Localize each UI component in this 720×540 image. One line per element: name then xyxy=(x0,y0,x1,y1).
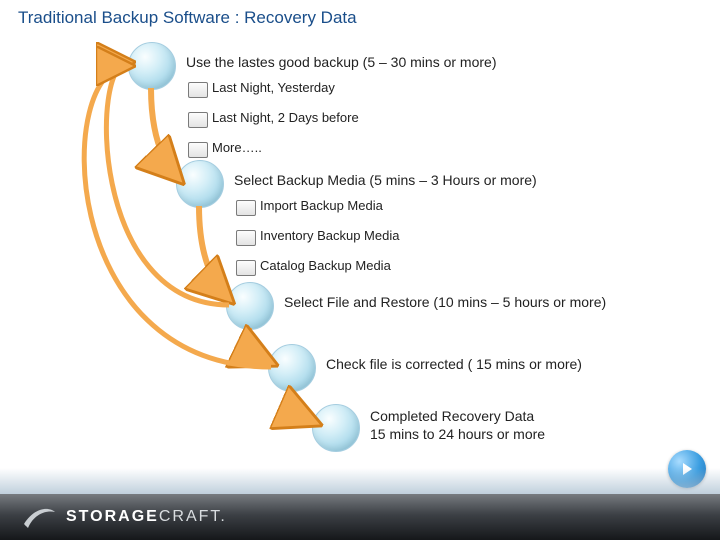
brand-dot: . xyxy=(220,508,226,525)
step-3-node xyxy=(226,282,274,330)
step-2-sub-3: Catalog Backup Media xyxy=(260,258,391,273)
step-2-node xyxy=(176,160,224,208)
brand-swoosh-icon xyxy=(22,504,56,530)
step-1-sub-3: More….. xyxy=(212,140,262,155)
step-1-label: Use the lastes good backup (5 – 30 mins … xyxy=(186,54,497,70)
brand-text-2: CRAFT xyxy=(159,508,221,525)
step-3-label: Select File and Restore (10 mins – 5 hou… xyxy=(284,294,606,310)
step-2-label: Select Backup Media (5 mins – 3 Hours or… xyxy=(234,172,537,188)
step-5-label: Completed Recovery Data xyxy=(370,408,534,424)
step-2-sub-1: Import Backup Media xyxy=(260,198,383,213)
step-4-node xyxy=(268,344,316,392)
checkbox-icon xyxy=(188,112,208,128)
brand-logo: STORAGECRAFT. xyxy=(22,504,227,530)
page-title: Traditional Backup Software : Recovery D… xyxy=(18,8,357,28)
checkbox-icon xyxy=(236,200,256,216)
checkbox-icon xyxy=(236,230,256,246)
step-2-sub-2: Inventory Backup Media xyxy=(260,228,399,243)
step-1-sub-1: Last Night, Yesterday xyxy=(212,80,335,95)
checkbox-icon xyxy=(188,82,208,98)
step-5-sub: 15 mins to 24 hours or more xyxy=(370,426,545,442)
brand-text-1: STORAGE xyxy=(66,508,159,525)
step-1-node xyxy=(128,42,176,90)
checkbox-icon xyxy=(188,142,208,158)
step-5-node xyxy=(312,404,360,452)
checkbox-icon xyxy=(236,260,256,276)
step-4-label: Check file is corrected ( 15 mins or mor… xyxy=(326,356,582,372)
step-1-sub-2: Last Night, 2 Days before xyxy=(212,110,359,125)
footer-gradient xyxy=(0,468,720,494)
footer-bar: STORAGECRAFT. xyxy=(0,494,720,540)
